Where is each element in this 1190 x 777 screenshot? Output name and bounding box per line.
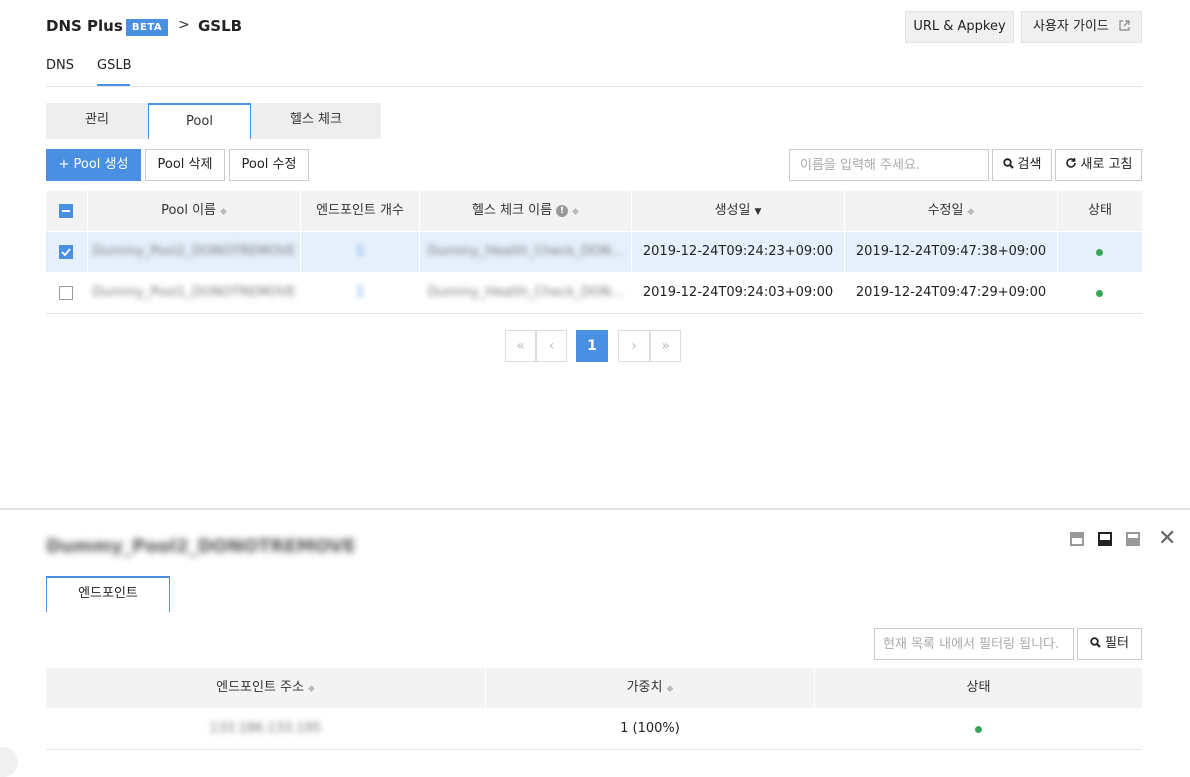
user-guide-label: 사용자 가이드 bbox=[1032, 19, 1109, 34]
row-checkbox[interactable] bbox=[59, 286, 73, 300]
app-brand: DNS Plus bbox=[46, 17, 123, 35]
status-dot bbox=[975, 726, 982, 733]
sort-icon: ◆ bbox=[572, 207, 579, 217]
modified-cell: 2019-12-24T09:47:38+09:00 bbox=[855, 244, 1047, 259]
weight-cell: 1 (100%) bbox=[620, 721, 680, 736]
prev-page-button[interactable]: ‹ bbox=[536, 330, 567, 362]
column-endpoint-count: 엔드포인트 개수 bbox=[316, 203, 404, 218]
modified-cell: 2019-12-24T09:47:29+09:00 bbox=[855, 285, 1047, 300]
endpoint-count-cell: 1 bbox=[355, 285, 365, 300]
tab-pool[interactable]: Pool bbox=[148, 103, 251, 139]
breadcrumb-current: GSLB bbox=[198, 17, 243, 35]
last-page-button[interactable]: » bbox=[650, 330, 681, 362]
tab-health-check[interactable]: 헬스 체크 bbox=[251, 103, 381, 139]
beta-badge: BETA bbox=[126, 19, 168, 36]
page-1-button[interactable]: 1 bbox=[576, 330, 608, 362]
column-weight[interactable]: 가중치 ◆ bbox=[486, 668, 814, 708]
column-pool-name[interactable]: Pool 이름 ◆ bbox=[88, 191, 300, 231]
refresh-icon bbox=[1065, 158, 1076, 168]
user-guide-button[interactable]: 사용자 가이드 bbox=[1021, 11, 1142, 43]
status-dot bbox=[1096, 290, 1103, 297]
detail-title: Dummy_Pool2_DONOTREMOVE bbox=[46, 536, 356, 557]
filter-input[interactable] bbox=[874, 628, 1074, 660]
status-dot bbox=[1096, 249, 1103, 256]
tab-manage[interactable]: 관리 bbox=[46, 103, 148, 139]
search-icon bbox=[1090, 637, 1101, 648]
column-health-check-name[interactable]: 헬스 체크 이름! ◆ bbox=[420, 191, 631, 231]
url-appkey-button[interactable]: URL & Appkey bbox=[905, 11, 1014, 43]
column-created[interactable]: 생성일 ▼ bbox=[632, 191, 844, 231]
sort-icon: ◆ bbox=[307, 684, 315, 694]
health-check-cell: Dummy_Health_Check_DON... bbox=[427, 244, 624, 259]
search-label: 검색 bbox=[1017, 157, 1042, 172]
created-cell: 2019-12-24T09:24:23+09:00 bbox=[642, 244, 834, 259]
create-pool-button[interactable]: + Pool 생성 bbox=[46, 149, 141, 181]
row-checkbox[interactable] bbox=[59, 245, 73, 259]
sort-icon: ◆ bbox=[220, 207, 227, 217]
select-all-checkbox[interactable] bbox=[59, 204, 73, 218]
search-button[interactable]: 검색 bbox=[992, 149, 1052, 181]
delete-pool-button[interactable]: Pool 삭제 bbox=[145, 149, 225, 181]
pool-name-cell[interactable]: Dummy_Pool2_DONOTREMOVE bbox=[88, 232, 300, 272]
health-check-cell: Dummy_Health_Check_DON... bbox=[427, 285, 624, 300]
layout-half-icon[interactable] bbox=[1098, 532, 1112, 546]
layout-top-icon[interactable] bbox=[1070, 532, 1084, 546]
first-page-button[interactable]: « bbox=[505, 330, 536, 362]
next-page-button[interactable]: › bbox=[618, 330, 650, 362]
sort-icon: ◆ bbox=[666, 684, 674, 694]
external-link-icon bbox=[1119, 20, 1130, 31]
created-cell: 2019-12-24T09:24:03+09:00 bbox=[642, 285, 834, 300]
column-modified[interactable]: 수정일 ◆ bbox=[845, 191, 1057, 231]
floating-help-button[interactable] bbox=[0, 747, 18, 777]
search-input[interactable] bbox=[789, 149, 989, 181]
layout-bottom-icon[interactable] bbox=[1126, 532, 1140, 546]
panel-resize-divider[interactable] bbox=[0, 508, 1190, 510]
header-divider bbox=[46, 86, 1142, 87]
edit-pool-button[interactable]: Pool 수정 bbox=[229, 149, 309, 181]
topnav-gslb[interactable]: GSLB bbox=[97, 58, 132, 73]
pool-name-cell[interactable]: Dummy_Pool1_DONOTREMOVE bbox=[88, 273, 300, 313]
filter-button[interactable]: 필터 bbox=[1077, 628, 1142, 660]
topnav-dns[interactable]: DNS bbox=[46, 58, 74, 73]
search-icon bbox=[1002, 158, 1014, 169]
column-endpoint-address[interactable]: 엔드포인트 주소 ◆ bbox=[46, 668, 485, 708]
close-icon[interactable]: ✕ bbox=[1158, 526, 1176, 551]
refresh-button[interactable]: 새로 고침 bbox=[1055, 149, 1142, 181]
sort-desc-icon: ▼ bbox=[754, 207, 762, 217]
info-icon[interactable]: ! bbox=[556, 204, 569, 217]
breadcrumb-separator: > bbox=[178, 17, 190, 33]
endpoint-count-cell: 1 bbox=[355, 244, 365, 259]
column-endpoint-status: 상태 bbox=[966, 680, 991, 695]
tab-endpoints[interactable]: 엔드포인트 bbox=[46, 576, 170, 612]
endpoint-address-cell: 133.186.133.195 bbox=[209, 721, 322, 736]
column-status: 상태 bbox=[1088, 203, 1112, 218]
refresh-label: 새로 고침 bbox=[1080, 157, 1133, 172]
filter-label: 필터 bbox=[1105, 636, 1129, 651]
sort-icon: ◆ bbox=[967, 207, 975, 217]
